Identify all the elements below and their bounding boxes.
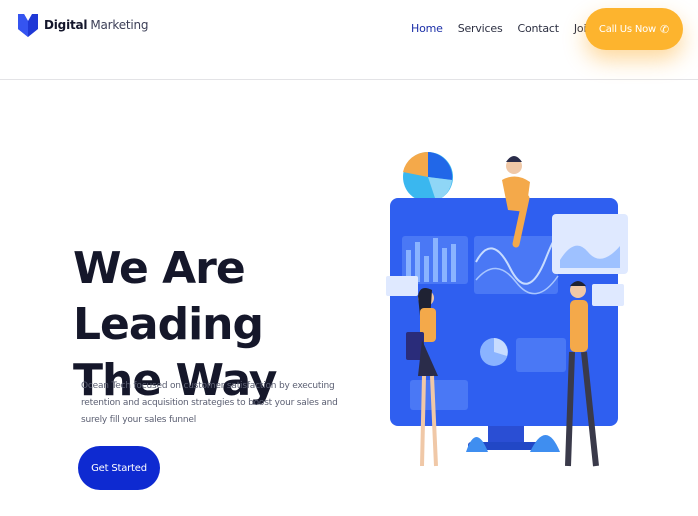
stats-panel [516, 338, 566, 372]
monitor-stand [488, 426, 524, 444]
site-header: Digital Marketing Home Services Contact J… [0, 0, 698, 80]
v-shield-logo-icon [18, 14, 38, 37]
floating-note-card-2 [592, 284, 624, 306]
get-started-label: Get Started [91, 462, 147, 474]
nav-item-home[interactable]: Home [411, 22, 443, 35]
call-us-button[interactable]: Call Us Now ✆ [585, 8, 683, 50]
dashboard-illustration [386, 151, 628, 467]
brand-name: Digital Marketing [44, 18, 149, 32]
brand-light: Marketing [90, 18, 149, 32]
logo[interactable]: Digital Marketing [17, 12, 149, 38]
call-us-label: Call Us Now [598, 23, 657, 35]
floating-note-card [386, 276, 418, 296]
phone-icon: ✆ [660, 22, 670, 36]
pie-chart-graphic [403, 151, 453, 202]
brand-bold: Digital [44, 18, 88, 32]
hero-description: Ocean Tech focused on customer satisfact… [81, 381, 338, 425]
nav-item-contact[interactable]: Contact [517, 22, 559, 35]
hero-title-line-1: We Are Leading [73, 243, 264, 350]
nav-item-services[interactable]: Services [458, 22, 503, 35]
stats-panel-2 [410, 380, 468, 410]
get-started-button[interactable]: Get Started [78, 446, 160, 490]
